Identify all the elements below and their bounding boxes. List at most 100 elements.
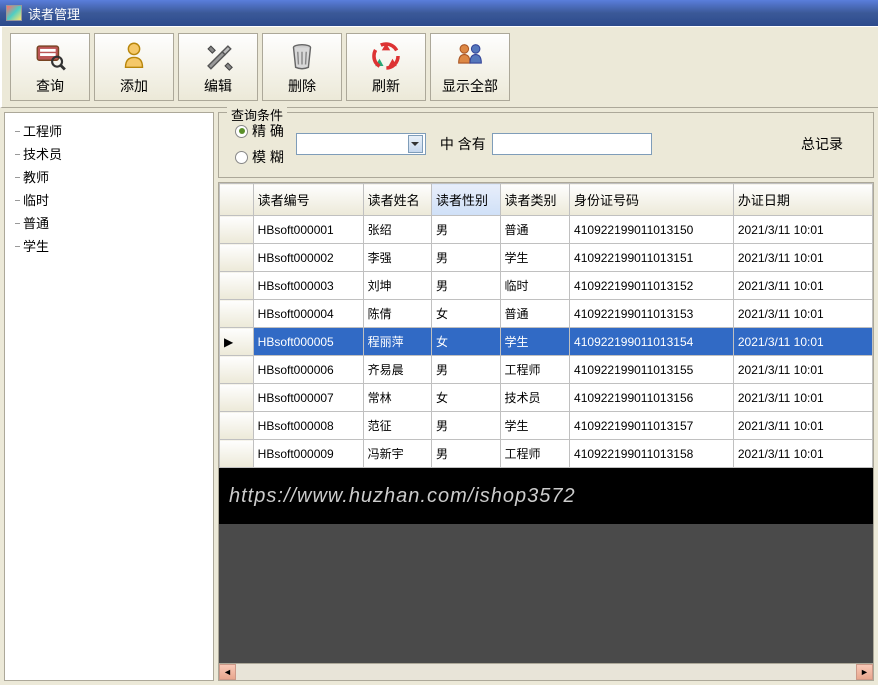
cell-date[interactable]: 2021/3/11 10:01 xyxy=(733,384,872,412)
cell-date[interactable]: 2021/3/11 10:01 xyxy=(733,440,872,468)
cell-pid[interactable]: 410922199011013156 xyxy=(570,384,734,412)
cell-name[interactable]: 张绍 xyxy=(363,216,431,244)
cell-pid[interactable]: 410922199011013152 xyxy=(570,272,734,300)
cell-name[interactable]: 程丽萍 xyxy=(363,328,431,356)
cell-sex[interactable]: 男 xyxy=(432,272,500,300)
cell-date[interactable]: 2021/3/11 10:01 xyxy=(733,328,872,356)
cell-date[interactable]: 2021/3/11 10:01 xyxy=(733,412,872,440)
row-header[interactable] xyxy=(220,440,254,468)
row-header-corner[interactable] xyxy=(220,184,254,216)
scroll-track[interactable] xyxy=(236,664,856,680)
row-header[interactable] xyxy=(220,384,254,412)
cell-cat[interactable]: 工程师 xyxy=(500,440,570,468)
cell-pid[interactable]: 410922199011013150 xyxy=(570,216,734,244)
cell-cat[interactable]: 学生 xyxy=(500,328,570,356)
cell-date[interactable]: 2021/3/11 10:01 xyxy=(733,244,872,272)
table-row[interactable]: HBsoft000001张绍男普通4109221990110131502021/… xyxy=(220,216,873,244)
cell-id[interactable]: HBsoft000007 xyxy=(253,384,363,412)
cell-pid[interactable]: 410922199011013151 xyxy=(570,244,734,272)
cell-pid[interactable]: 410922199011013154 xyxy=(570,328,734,356)
cell-cat[interactable]: 普通 xyxy=(500,300,570,328)
add-button[interactable]: 添加 xyxy=(94,33,174,101)
tree-item[interactable]: 技术员 xyxy=(9,142,209,165)
cell-id[interactable]: HBsoft000002 xyxy=(253,244,363,272)
col-header-name[interactable]: 读者姓名 xyxy=(363,184,431,216)
tree-item[interactable]: 教师 xyxy=(9,165,209,188)
cell-cat[interactable]: 学生 xyxy=(500,412,570,440)
cell-id[interactable]: HBsoft000005 xyxy=(253,328,363,356)
cell-date[interactable]: 2021/3/11 10:01 xyxy=(733,216,872,244)
category-tree[interactable]: 工程师技术员教师临时普通学生 xyxy=(4,112,214,681)
tree-item[interactable]: 普通 xyxy=(9,211,209,234)
cell-id[interactable]: HBsoft000008 xyxy=(253,412,363,440)
cell-sex[interactable]: 女 xyxy=(432,328,500,356)
cell-id[interactable]: HBsoft000003 xyxy=(253,272,363,300)
scroll-left-icon[interactable]: ◄ xyxy=(219,664,236,680)
cell-id[interactable]: HBsoft000001 xyxy=(253,216,363,244)
cell-sex[interactable]: 男 xyxy=(432,216,500,244)
table-row[interactable]: HBsoft000008范征男学生4109221990110131572021/… xyxy=(220,412,873,440)
table-row[interactable]: HBsoft000006齐易晨男工程师410922199011013155202… xyxy=(220,356,873,384)
cell-id[interactable]: HBsoft000004 xyxy=(253,300,363,328)
cell-pid[interactable]: 410922199011013157 xyxy=(570,412,734,440)
scroll-right-icon[interactable]: ► xyxy=(856,664,873,680)
showall-button[interactable]: 显示全部 xyxy=(430,33,510,101)
cell-name[interactable]: 李强 xyxy=(363,244,431,272)
col-header-regdate[interactable]: 办证日期 xyxy=(733,184,872,216)
data-grid[interactable]: 读者编号 读者姓名 读者性别 读者类别 身份证号码 办证日期 HBsoft000… xyxy=(218,182,874,681)
cell-name[interactable]: 范征 xyxy=(363,412,431,440)
row-header[interactable]: ▶ xyxy=(220,328,254,356)
cell-cat[interactable]: 普通 xyxy=(500,216,570,244)
horizontal-scrollbar[interactable]: ◄ ► xyxy=(219,663,873,680)
row-header[interactable] xyxy=(220,412,254,440)
row-header[interactable] xyxy=(220,244,254,272)
cell-name[interactable]: 冯新宇 xyxy=(363,440,431,468)
row-header[interactable] xyxy=(220,356,254,384)
table-row[interactable]: HBsoft000009冯新宇男工程师410922199011013158202… xyxy=(220,440,873,468)
delete-button[interactable]: 删除 xyxy=(262,33,342,101)
cell-sex[interactable]: 男 xyxy=(432,440,500,468)
cell-cat[interactable]: 技术员 xyxy=(500,384,570,412)
cell-pid[interactable]: 410922199011013155 xyxy=(570,356,734,384)
cell-id[interactable]: HBsoft000006 xyxy=(253,356,363,384)
field-combo[interactable] xyxy=(296,133,426,155)
tree-item[interactable]: 工程师 xyxy=(9,119,209,142)
cell-date[interactable]: 2021/3/11 10:01 xyxy=(733,300,872,328)
cell-cat[interactable]: 工程师 xyxy=(500,356,570,384)
cell-date[interactable]: 2021/3/11 10:01 xyxy=(733,356,872,384)
table-row[interactable]: HBsoft000004陈倩女普通4109221990110131532021/… xyxy=(220,300,873,328)
cell-sex[interactable]: 男 xyxy=(432,244,500,272)
cell-sex[interactable]: 女 xyxy=(432,384,500,412)
search-input[interactable] xyxy=(492,133,652,155)
cell-cat[interactable]: 临时 xyxy=(500,272,570,300)
cell-sex[interactable]: 男 xyxy=(432,356,500,384)
cell-sex[interactable]: 男 xyxy=(432,412,500,440)
cell-name[interactable]: 齐易晨 xyxy=(363,356,431,384)
table-row[interactable]: HBsoft000007常林女技术员4109221990110131562021… xyxy=(220,384,873,412)
col-header-pid[interactable]: 身份证号码 xyxy=(570,184,734,216)
cell-name[interactable]: 陈倩 xyxy=(363,300,431,328)
cell-name[interactable]: 刘坤 xyxy=(363,272,431,300)
row-header[interactable] xyxy=(220,300,254,328)
table-row[interactable]: ▶HBsoft000005程丽萍女学生410922199011013154202… xyxy=(220,328,873,356)
row-header[interactable] xyxy=(220,272,254,300)
table-row[interactable]: HBsoft000002李强男学生4109221990110131512021/… xyxy=(220,244,873,272)
col-header-sex[interactable]: 读者性别 xyxy=(432,184,500,216)
col-header-id[interactable]: 读者编号 xyxy=(253,184,363,216)
cell-name[interactable]: 常林 xyxy=(363,384,431,412)
cell-pid[interactable]: 410922199011013158 xyxy=(570,440,734,468)
edit-button[interactable]: 编辑 xyxy=(178,33,258,101)
query-button[interactable]: 查询 xyxy=(10,33,90,101)
col-header-category[interactable]: 读者类别 xyxy=(500,184,570,216)
tree-item[interactable]: 临时 xyxy=(9,188,209,211)
cell-pid[interactable]: 410922199011013153 xyxy=(570,300,734,328)
tree-item[interactable]: 学生 xyxy=(9,234,209,257)
cell-sex[interactable]: 女 xyxy=(432,300,500,328)
radio-fuzzy[interactable]: 模 糊 xyxy=(235,147,284,167)
radio-exact[interactable]: 精 确 xyxy=(235,121,284,141)
cell-date[interactable]: 2021/3/11 10:01 xyxy=(733,272,872,300)
cell-id[interactable]: HBsoft000009 xyxy=(253,440,363,468)
row-header[interactable] xyxy=(220,216,254,244)
table-row[interactable]: HBsoft000003刘坤男临时4109221990110131522021/… xyxy=(220,272,873,300)
refresh-button[interactable]: 刷新 xyxy=(346,33,426,101)
